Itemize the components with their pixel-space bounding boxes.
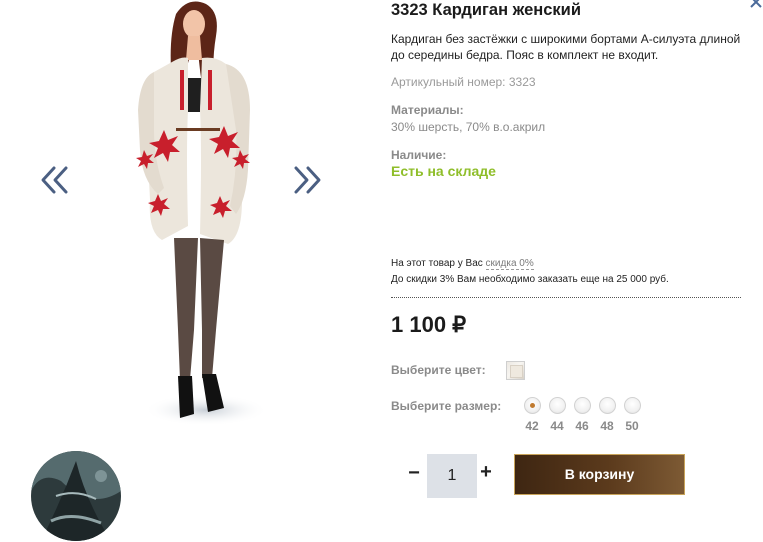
gallery-thumbnail[interactable] [31,451,121,541]
materials-value: 30% шерсть, 70% в.о.акрил [391,120,546,134]
discount-info: На этот товар у Вас скидка 0% [391,258,534,270]
thumbnail-image [31,451,121,541]
size-radio-44[interactable] [548,397,566,414]
size-radio-42[interactable] [523,397,541,414]
discount-link[interactable]: скидка 0% [485,258,534,270]
add-to-cart-button[interactable]: В корзину [514,454,685,495]
product-title: 3323 Кардиган женский [391,1,581,19]
size-value: 50 [625,419,639,433]
size-radio-48[interactable] [598,397,616,414]
size-value: 48 [600,419,614,433]
availability-value: Есть на складе [391,163,496,179]
quantity-decrease-button[interactable]: − [404,462,424,485]
divider [391,297,741,298]
availability-label: Наличие: [391,148,447,162]
gallery-prev-button[interactable] [38,160,72,200]
size-option-42[interactable]: 42 [520,397,544,433]
quantity-input[interactable] [427,454,477,498]
article-number: Артикульный номер: 3323 [391,75,536,89]
discount-next-level: До скидки 3% Вам необходимо заказать еще… [391,274,669,285]
size-radio-50[interactable] [623,397,641,414]
product-description: Кардиган без застёжки с широкими бортами… [391,32,741,62]
product-gallery [0,0,380,542]
close-icon[interactable] [748,0,763,10]
size-value: 46 [575,419,589,433]
color-label: Выберите цвет: [391,363,486,377]
size-label: Выберите размер: [391,399,502,413]
size-option-46[interactable]: 46 [570,397,594,433]
size-option-44[interactable]: 44 [545,397,569,433]
double-chevron-left-icon [41,166,68,194]
materials-label: Материалы: [391,103,464,117]
size-radio-46[interactable] [573,397,591,414]
size-value: 42 [525,419,539,433]
color-swatch[interactable] [506,361,525,380]
product-photo [136,1,268,426]
swatch-fill [510,365,523,378]
gallery-next-button[interactable] [290,160,324,200]
size-value: 44 [550,419,564,433]
discount-text: На этот товар у Вас [391,258,483,269]
size-option-48[interactable]: 48 [595,397,619,433]
size-option-50[interactable]: 50 [620,397,644,433]
quantity-increase-button[interactable]: + [476,461,496,484]
double-chevron-right-icon [294,166,321,194]
price: 1 100 ₽ [391,312,467,337]
